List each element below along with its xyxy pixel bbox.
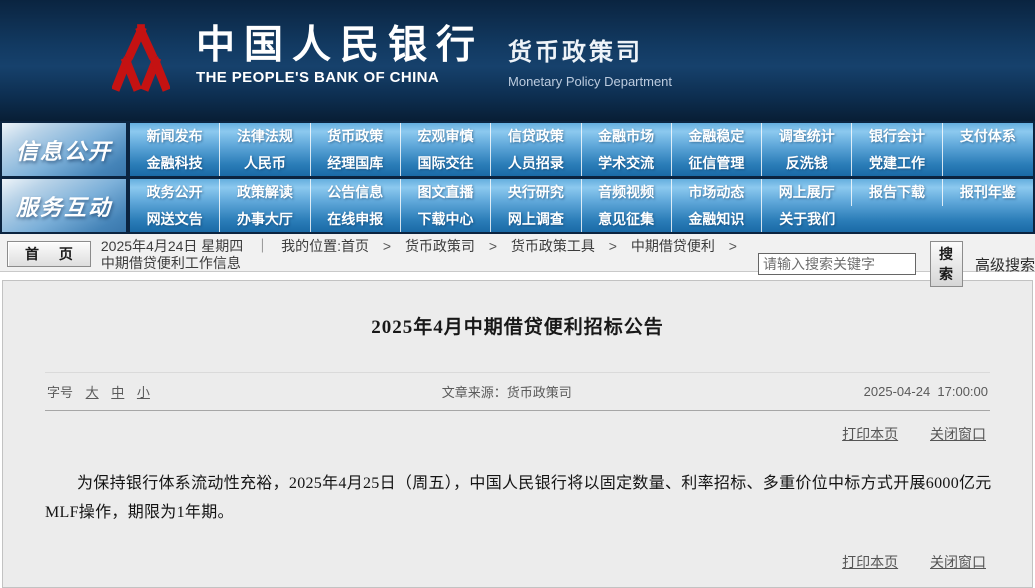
nav-band-service: 服务互动 政务公开 政策解读 公告信息 图文直播 央行研究 音频视频 市场动态 … xyxy=(0,179,1035,232)
nav-item[interactable]: 学术交流 xyxy=(582,149,672,176)
breadcrumb: 2025年4月24日 星期四 ｜ 我的位置:首页 > 货币政策司 > 货币政策工… xyxy=(101,238,752,272)
nav-item[interactable]: 音频视频 xyxy=(582,179,672,206)
nav-item[interactable]: 金融稳定 xyxy=(672,123,763,150)
location-label: 我的位置: xyxy=(281,238,341,254)
article-datetime: 2025-04-24 17:00:00 xyxy=(863,384,988,399)
nav-item[interactable]: 公告信息 xyxy=(311,179,401,206)
main-nav: 信息公开 新闻发布 法律法规 货币政策 宏观审慎 信贷政策 金融市场 金融稳定 … xyxy=(0,121,1035,234)
nav-item-empty xyxy=(943,150,1033,177)
department-name-en: Monetary Policy Department xyxy=(508,74,673,89)
nav-item[interactable]: 经理国库 xyxy=(311,149,401,176)
nav-item[interactable]: 办事大厅 xyxy=(220,205,311,232)
nav-item[interactable]: 央行研究 xyxy=(491,179,582,206)
nav-item[interactable]: 货币政策 xyxy=(311,123,401,150)
nav-item[interactable]: 反洗钱 xyxy=(762,149,853,176)
print-page-link[interactable]: 打印本页 xyxy=(842,426,898,442)
close-window-link[interactable]: 关闭窗口 xyxy=(930,426,986,442)
nav-item[interactable]: 网上调查 xyxy=(491,205,582,232)
page-title: 2025年4月中期借贷便利招标公告 xyxy=(371,317,664,338)
nav-item-empty xyxy=(943,206,1033,233)
nav-band-info: 信息公开 新闻发布 法律法规 货币政策 宏观审慎 信贷政策 金融市场 金融稳定 … xyxy=(0,123,1035,176)
nav-item[interactable]: 信贷政策 xyxy=(491,123,582,150)
nav-item[interactable]: 意见征集 xyxy=(582,205,672,232)
nav-grid-info: 新闻发布 法律法规 货币政策 宏观审慎 信贷政策 金融市场 金融稳定 调查统计 … xyxy=(130,123,1033,176)
breadcrumb-mlf[interactable]: 中期借贷便利 xyxy=(631,238,715,254)
nav-item[interactable]: 调查统计 xyxy=(762,123,853,150)
nav-item[interactable]: 征信管理 xyxy=(672,149,763,176)
source-label: 文章来源： xyxy=(441,385,507,400)
search-button[interactable]: 搜索 xyxy=(929,241,963,287)
nav-item[interactable]: 金融科技 xyxy=(130,149,221,176)
chevron-right-icon: > xyxy=(728,238,737,254)
nav-item[interactable]: 宏观审慎 xyxy=(401,123,492,150)
breadcrumb-bar: 首 页 2025年4月24日 星期四 ｜ 我的位置:首页 > 货币政策司 > 货… xyxy=(0,234,1035,287)
source-value: 货币政策司 xyxy=(506,385,572,400)
pboc-logo-icon xyxy=(112,24,170,92)
breadcrumb-home[interactable]: 首页 xyxy=(341,238,369,254)
page: 中国人民银行 THE PEOPLE'S BANK OF CHINA 货币政策司 … xyxy=(0,0,1035,588)
nav-item[interactable]: 在线申报 xyxy=(311,205,401,232)
nav-item[interactable]: 政策解读 xyxy=(220,179,311,206)
breadcrumb-dept[interactable]: 货币政策司 xyxy=(405,238,475,254)
nav-item[interactable]: 金融市场 xyxy=(582,123,672,150)
bank-name-cn: 中国人民银行 xyxy=(196,22,485,68)
chevron-right-icon: > xyxy=(608,238,617,254)
nav-item[interactable]: 网送文告 xyxy=(130,205,221,232)
close-window-link[interactable]: 关闭窗口 xyxy=(930,554,986,570)
nav-item[interactable]: 支付体系 xyxy=(943,123,1033,150)
nav-item[interactable]: 报告下载 xyxy=(852,179,943,206)
search-input[interactable] xyxy=(757,253,916,275)
breadcrumb-current[interactable]: 中期借贷便利工作信息 xyxy=(101,255,241,271)
nav-item[interactable]: 网上展厅 xyxy=(762,179,853,206)
home-button[interactable]: 首 页 xyxy=(7,241,91,267)
nav-item[interactable]: 报刊年鉴 xyxy=(943,179,1033,206)
nav-item[interactable]: 党建工作 xyxy=(852,149,943,176)
nav-section-info-disclosure[interactable]: 信息公开 xyxy=(2,123,126,176)
font-size-controls: 字号 大 中 小 xyxy=(47,382,150,401)
nav-item[interactable]: 法律法规 xyxy=(220,123,311,150)
article-actions-top: 打印本页 关闭窗口 xyxy=(3,411,1032,444)
nav-item[interactable]: 人民币 xyxy=(220,149,311,176)
breadcrumb-tools[interactable]: 货币政策工具 xyxy=(511,238,595,254)
chevron-right-icon: > xyxy=(382,238,392,254)
nav-item[interactable]: 市场动态 xyxy=(672,179,763,206)
article-source: 文章来源：货币政策司 xyxy=(150,382,864,401)
chevron-right-icon: > xyxy=(488,238,498,254)
current-date: 2025年4月24日 星期四 xyxy=(100,238,244,254)
font-size-small[interactable]: 小 xyxy=(137,385,150,400)
nav-item[interactable]: 金融知识 xyxy=(672,205,763,232)
search-area: 搜索 高级搜索 xyxy=(757,241,1035,287)
nav-item[interactable]: 人员招录 xyxy=(491,149,582,176)
nav-item[interactable]: 关于我们 xyxy=(762,206,852,233)
nav-item[interactable]: 新闻发布 xyxy=(130,123,221,150)
font-size-label: 字号 xyxy=(47,385,74,400)
article-meta: 字号 大 中 小 文章来源：货币政策司 2025-04-24 17:00:00 xyxy=(45,372,990,411)
nav-item[interactable]: 国际交往 xyxy=(401,149,492,176)
nav-item[interactable]: 银行会计 xyxy=(852,123,943,150)
article-body: 为保持银行体系流动性充裕，2025年4月25日（周五），中国人民银行将以固定数量… xyxy=(45,475,992,521)
article-panel: 2025年4月中期借贷便利招标公告 字号 大 中 小 文章来源：货币政策司 20… xyxy=(2,280,1033,588)
site-header: 中国人民银行 THE PEOPLE'S BANK OF CHINA 货币政策司 … xyxy=(0,0,1035,121)
nav-item[interactable]: 图文直播 xyxy=(401,179,492,206)
nav-item[interactable]: 下载中心 xyxy=(401,205,492,232)
department-name-cn: 货币政策司 xyxy=(508,39,644,66)
nav-section-service-interaction[interactable]: 服务互动 xyxy=(2,179,126,232)
pipe-separator: ｜ xyxy=(255,238,270,254)
font-size-medium[interactable]: 中 xyxy=(111,385,124,400)
advanced-search-link[interactable]: 高级搜索 xyxy=(975,254,1035,275)
bank-name-en: THE PEOPLE'S BANK OF CHINA xyxy=(196,69,440,86)
font-size-large[interactable]: 大 xyxy=(86,385,99,400)
nav-grid-service: 政务公开 政策解读 公告信息 图文直播 央行研究 音频视频 市场动态 网上展厅 … xyxy=(130,179,1033,232)
print-page-link[interactable]: 打印本页 xyxy=(842,554,898,570)
nav-item-empty xyxy=(852,206,942,233)
article-actions-bottom: 打印本页 关闭窗口 xyxy=(3,527,1032,572)
nav-item[interactable]: 政务公开 xyxy=(130,179,221,206)
